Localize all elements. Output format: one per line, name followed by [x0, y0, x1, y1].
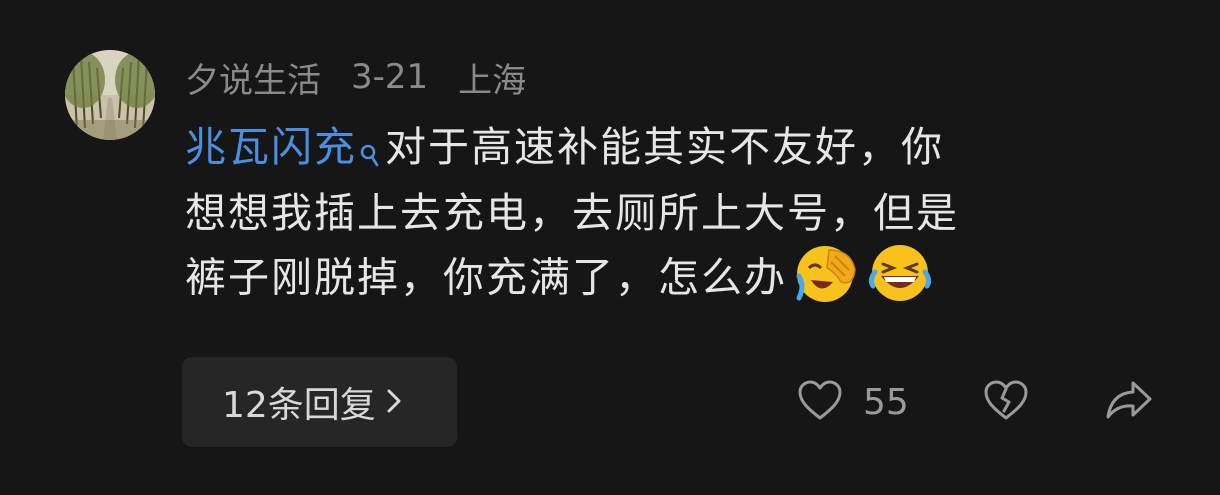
heart-icon[interactable]	[797, 379, 843, 425]
like-count: 55	[863, 381, 909, 423]
search-icon[interactable]	[359, 126, 379, 184]
comment-meta: 夕说生活 3-21 上海	[185, 52, 526, 102]
face-with-hand-over-mouth-laughing-emoji	[791, 242, 861, 319]
share-button[interactable]	[1105, 375, 1153, 429]
view-replies-button[interactable]: 12条回复	[182, 357, 457, 447]
view-replies-label: 12条回复	[222, 385, 376, 426]
comment-line-3: 裤子刚脱掉，你充满了，怎么办	[185, 253, 787, 302]
comment-text: 兆瓦闪充 对于高速补能其实不友好，你 想想我插上去充电，去厕所上大号，但是 裤子刚…	[185, 118, 1145, 319]
like-button[interactable]: 55	[797, 375, 909, 429]
avatar[interactable]	[65, 50, 155, 140]
comment-date: 3-21	[351, 57, 429, 97]
comment-line-2: 想想我插上去充电，去厕所上大号，但是	[185, 189, 959, 237]
keyword-link-text[interactable]: 兆瓦闪充	[185, 123, 357, 171]
keyword-link[interactable]: 兆瓦闪充	[185, 123, 385, 171]
dislike-button[interactable]	[983, 375, 1029, 429]
broken-heart-icon[interactable]	[983, 379, 1029, 425]
chevron-right-icon	[386, 382, 402, 423]
username[interactable]: 夕说生活	[185, 53, 321, 102]
comment-line-1: 对于高速补能其实不友好，你	[385, 123, 944, 171]
grinning-squinting-face-emoji	[865, 242, 935, 319]
comment-location: 上海	[458, 60, 527, 101]
share-icon[interactable]	[1105, 379, 1153, 425]
